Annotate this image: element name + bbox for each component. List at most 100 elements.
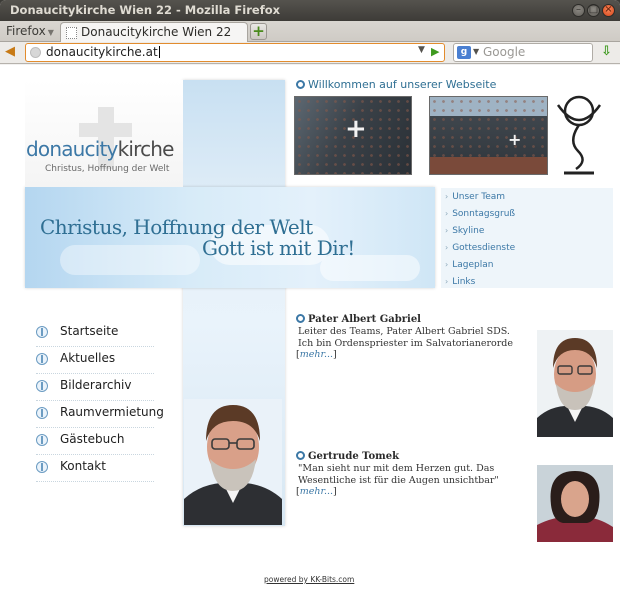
pater-portrait-small: [537, 330, 613, 437]
read-more-bracket: ]: [333, 349, 337, 360]
right-nav-label: Skyline: [452, 226, 485, 236]
right-nav-label: Sonntagsgruß: [452, 209, 516, 219]
logo-tagline: Christus, Hoffnung der Welt: [45, 164, 170, 174]
left-nav-label: Gästebuch: [60, 432, 125, 446]
search-bar[interactable]: g ▼ Google: [453, 43, 593, 62]
go-arrow-icon: ▶: [431, 45, 440, 58]
site-identity-icon: [30, 47, 41, 58]
read-more-bracket: ]: [333, 486, 337, 497]
left-nav-aktuelles[interactable]: Aktuelles: [36, 347, 154, 374]
arrow-right-icon: ›: [445, 243, 449, 252]
anchor-icon: [36, 353, 48, 365]
welcome-label: Willkommen auf unserer Webseite: [308, 78, 497, 91]
anchor-icon: [36, 461, 48, 473]
tab-donaucitykirche[interactable]: Donaucitykirche Wien 22: [60, 22, 248, 43]
right-nav-sonntagsgruss[interactable]: › Sonntagsgruß: [445, 209, 515, 226]
tab-strip: Firefox ▼ Donaucitykirche Wien 22 +: [0, 21, 620, 43]
back-button[interactable]: ◀: [5, 45, 15, 59]
left-nav-raumvermietung[interactable]: Raumvermietung: [36, 401, 164, 428]
logo-wordmark: donaucitykirche: [26, 137, 174, 161]
download-arrow-icon: ⇩: [601, 44, 612, 59]
footer-link[interactable]: powered by KK-Bits.com: [264, 575, 354, 584]
arrow-right-icon: ›: [445, 226, 449, 235]
chi-rho-figure-icon: [556, 95, 602, 175]
bullet-circle-icon: [296, 314, 305, 323]
church-building-photo: +: [294, 96, 412, 175]
bullet-circle-icon: [296, 80, 305, 89]
close-icon: ×: [604, 4, 613, 15]
logo-word-part1: donaucity: [26, 137, 118, 161]
chevron-down-icon: ▼: [47, 28, 54, 37]
right-nav-lageplan[interactable]: › Lageplan: [445, 260, 493, 277]
url-history-dropdown-icon[interactable]: ▼: [418, 45, 425, 55]
left-nav-label: Raumvermietung: [60, 405, 164, 419]
favicon-icon: [66, 27, 77, 39]
anchor-icon: [36, 326, 48, 338]
minimize-icon: –: [576, 4, 581, 15]
left-nav-bilderarchiv[interactable]: Bilderarchiv: [36, 374, 154, 401]
anchor-icon: [36, 434, 48, 446]
read-more-link[interactable]: mehr...: [300, 349, 333, 360]
search-engine-dropdown-icon[interactable]: ▼: [473, 47, 479, 56]
left-nav-gaestebuch[interactable]: Gästebuch: [36, 428, 154, 455]
minimize-button[interactable]: –: [572, 4, 585, 17]
left-nav-label: Bilderarchiv: [60, 378, 132, 392]
right-nav-gottesdienste[interactable]: › Gottesdienste: [445, 243, 515, 260]
slogan-line-2: Gott ist mit Dir!: [202, 236, 355, 260]
pater-portrait-large: [184, 399, 282, 525]
arrow-right-icon: ›: [445, 192, 449, 201]
logo-word-part2: kirche: [117, 137, 175, 161]
left-nav-label: Aktuelles: [60, 351, 116, 365]
plus-icon: +: [252, 22, 265, 40]
read-more: [mehr...]: [296, 486, 337, 497]
right-nav-links[interactable]: › Links: [445, 277, 475, 294]
article-excerpt: Leiter des Teams, Pater Albert Gabriel S…: [298, 326, 513, 349]
cross-icon: +: [345, 114, 367, 144]
left-nav-label: Kontakt: [60, 459, 106, 473]
anchor-icon: [36, 380, 48, 392]
article-excerpt: "Man sieht nur mit dem Herzen gut. Das W…: [298, 463, 499, 486]
tomek-portrait: [537, 465, 613, 542]
google-engine-icon[interactable]: g: [457, 46, 471, 59]
window-title: Donaucitykirche Wien 22 - Mozilla Firefo…: [10, 3, 281, 17]
anchor-icon: [36, 407, 48, 419]
left-nav-kontakt[interactable]: Kontakt: [36, 455, 154, 482]
url-bar[interactable]: donaucitykirche.at ▼ ▶: [25, 43, 445, 62]
read-more: [mehr...]: [296, 349, 337, 360]
article-title-text: Gertrude Tomek: [308, 451, 400, 462]
right-nav-unser-team[interactable]: › Unser Team: [445, 192, 505, 209]
new-tab-button[interactable]: +: [250, 23, 267, 40]
footer-credit[interactable]: powered by KK-Bits.com: [264, 575, 354, 584]
title-bar: Donaucitykirche Wien 22 - Mozilla Firefo…: [0, 0, 620, 21]
tab-label: Donaucitykirche Wien 22: [81, 25, 232, 39]
bullet-circle-icon: [296, 451, 305, 460]
article-title[interactable]: Gertrude Tomek: [296, 451, 399, 462]
go-button[interactable]: ▶: [431, 45, 439, 58]
read-more-link[interactable]: mehr...: [300, 486, 333, 497]
url-input[interactable]: donaucitykirche.at: [46, 45, 160, 59]
web-page-content: donaucitykirche Christus, Hoffnung der W…: [0, 65, 620, 592]
downloads-button[interactable]: ⇩: [601, 44, 612, 59]
right-nav-skyline[interactable]: › Skyline: [445, 226, 484, 243]
left-nav-label: Startseite: [60, 324, 119, 338]
firefox-menu-label: Firefox: [6, 24, 46, 38]
cloud-decoration: [60, 245, 200, 275]
left-nav-startseite[interactable]: Startseite: [36, 320, 154, 347]
logo-cross-icon: [79, 123, 132, 137]
article-title[interactable]: Pater Albert Gabriel: [296, 314, 421, 325]
article-title-text: Pater Albert Gabriel: [308, 314, 421, 325]
browser-window: Donaucitykirche Wien 22 - Mozilla Firefo…: [0, 0, 620, 592]
right-nav-label: Gottesdienste: [452, 243, 516, 253]
right-navigation: › Unser Team › Sonntagsgruß › Skyline › Gott…: [441, 188, 613, 288]
plaza-ground: [430, 157, 547, 174]
arrow-right-icon: ›: [445, 277, 449, 286]
firefox-menu-button[interactable]: Firefox ▼: [6, 24, 54, 38]
cross-icon: +: [508, 130, 522, 149]
church-skyline-photo: +: [429, 96, 548, 175]
welcome-link[interactable]: Willkommen auf unserer Webseite: [296, 78, 496, 91]
close-button[interactable]: ×: [602, 4, 615, 17]
search-input[interactable]: Google: [483, 45, 525, 59]
maximize-icon: □: [588, 4, 599, 15]
right-nav-label: Unser Team: [452, 192, 506, 202]
maximize-button[interactable]: □: [587, 4, 600, 17]
